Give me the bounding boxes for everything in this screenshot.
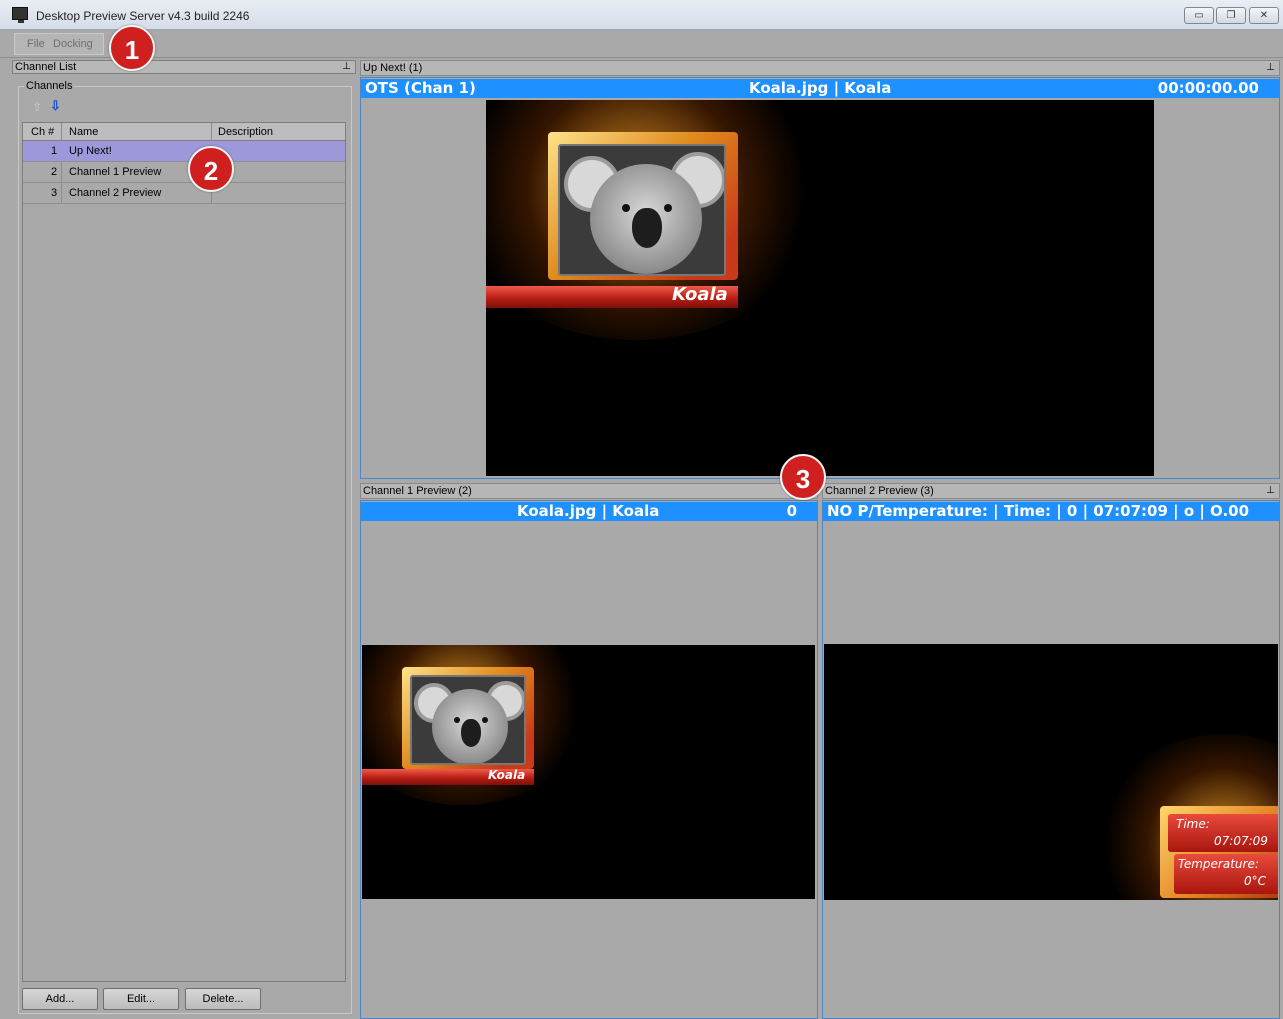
ch2-preview-header: Channel 2 Preview (3) ⊥: [822, 483, 1280, 499]
menu-docking[interactable]: Docking: [53, 38, 93, 50]
koala-nose: [461, 719, 481, 747]
pin-icon[interactable]: ⊥: [1266, 61, 1275, 75]
monitor-icon: [12, 7, 28, 23]
graphic-label: Koala: [672, 284, 728, 305]
koala-eye: [482, 717, 488, 723]
koala-eye: [664, 204, 672, 212]
callout-badge: 2: [188, 146, 234, 192]
row-name: Channel 2 Preview: [69, 187, 162, 199]
table-row[interactable]: 3 Channel 2 Preview: [23, 183, 345, 204]
callout-badge: 3: [780, 454, 826, 500]
row-name: Channel 1 Preview: [69, 166, 162, 178]
row-ch: 2: [51, 166, 58, 178]
channel-list-header: Channel List ⊥: [12, 60, 356, 74]
col-name[interactable]: Name: [69, 126, 98, 138]
col-ch[interactable]: Ch #: [31, 126, 54, 138]
ch2-video: Time: 07:07:09 Temperature: 0°C: [824, 644, 1278, 900]
menu-bar: File Docking: [0, 30, 1283, 58]
clip-label: Koala.jpg | Koala: [749, 79, 892, 97]
arrow-down-icon[interactable]: ⇩: [50, 98, 61, 114]
channels-group-label: Channels: [24, 80, 75, 92]
time-label: Time:: [1176, 817, 1210, 831]
channels-table: Ch # Name Description 1 Up Next! 2 Chann…: [22, 122, 346, 982]
koala-eye: [454, 717, 460, 723]
pane-title: Channel 2 Preview (3): [825, 485, 934, 497]
table-row[interactable]: 1 Up Next!: [23, 141, 345, 162]
ch2-info-bar: NO P/Temperature: | Time: | 0 | 07:07:09…: [823, 502, 1279, 521]
callout-badge: 1: [109, 25, 155, 71]
row-name: Up Next!: [69, 145, 112, 157]
up-next-pane: OTS (Chan 1) Koala.jpg | Koala 00:00:00.…: [360, 77, 1280, 479]
temperature-bar: Temperature: 0°C: [1174, 854, 1278, 894]
koala-photo: [558, 144, 726, 276]
pane-title: Channel 1 Preview (2): [363, 485, 472, 497]
pane-title: Up Next! (1): [363, 62, 423, 74]
temperature-label: Temperature:: [1178, 857, 1259, 871]
minimize-button[interactable]: ▭: [1184, 7, 1214, 24]
table-header: Ch # Name Description: [23, 123, 345, 141]
koala-photo: [410, 675, 526, 765]
col-description[interactable]: Description: [218, 126, 273, 138]
time-bar: Time: 07:07:09: [1168, 814, 1278, 852]
graphic-label: Koala: [488, 768, 526, 782]
pin-icon[interactable]: ⊥: [1266, 484, 1275, 498]
pin-icon[interactable]: ⊥: [342, 61, 351, 73]
window-title: Desktop Preview Server v4.3 build 2246: [36, 9, 250, 23]
temperature-value: 0°C: [1244, 874, 1267, 888]
row-ch: 1: [51, 145, 58, 157]
ticker-text: NO P/Temperature: | Time: | 0 | 07:07:09…: [827, 502, 1250, 520]
channel-label: OTS (Chan 1): [365, 79, 476, 97]
edit-button[interactable]: Edit...: [103, 988, 179, 1010]
up-next-info-bar: OTS (Chan 1) Koala.jpg | Koala 00:00:00.…: [361, 79, 1279, 98]
time-value: 07:07:09: [1214, 834, 1268, 848]
arrow-up-icon[interactable]: ⇧: [32, 100, 42, 114]
koala-eye: [622, 204, 630, 212]
menu-strip: File Docking: [14, 33, 104, 55]
panel-title: Channel List: [15, 61, 77, 73]
restore-button[interactable]: ❐: [1216, 7, 1246, 24]
koala-nose: [632, 208, 662, 248]
time-temp-widget: Time: 07:07:09 Temperature: 0°C: [1160, 806, 1278, 898]
delete-button[interactable]: Delete...: [185, 988, 261, 1010]
ch1-info-bar: Koala.jpg | Koala 0: [361, 502, 817, 521]
table-row[interactable]: 2 Channel 1 Preview: [23, 162, 345, 183]
timecode: 00:00:00.00: [1157, 79, 1259, 97]
ch1-preview-pane: Koala.jpg | Koala 0 Koala: [360, 500, 818, 1019]
ch1-counter: 0: [786, 502, 797, 520]
row-ch: 3: [51, 187, 58, 199]
add-button[interactable]: Add...: [22, 988, 98, 1010]
clip-label: Koala.jpg | Koala: [517, 502, 660, 520]
title-bar: Desktop Preview Server v4.3 build 2246 ▭…: [0, 0, 1283, 30]
ch1-preview-header: Channel 1 Preview (2): [360, 483, 818, 499]
menu-file[interactable]: File: [27, 38, 45, 50]
ch2-preview-pane: NO P/Temperature: | Time: | 0 | 07:07:09…: [822, 500, 1280, 1019]
up-next-video: Koala: [486, 100, 1154, 476]
up-next-header: Up Next! (1) ⊥: [360, 60, 1280, 76]
close-button[interactable]: ✕: [1249, 7, 1279, 24]
ch1-video: Koala: [362, 645, 815, 899]
